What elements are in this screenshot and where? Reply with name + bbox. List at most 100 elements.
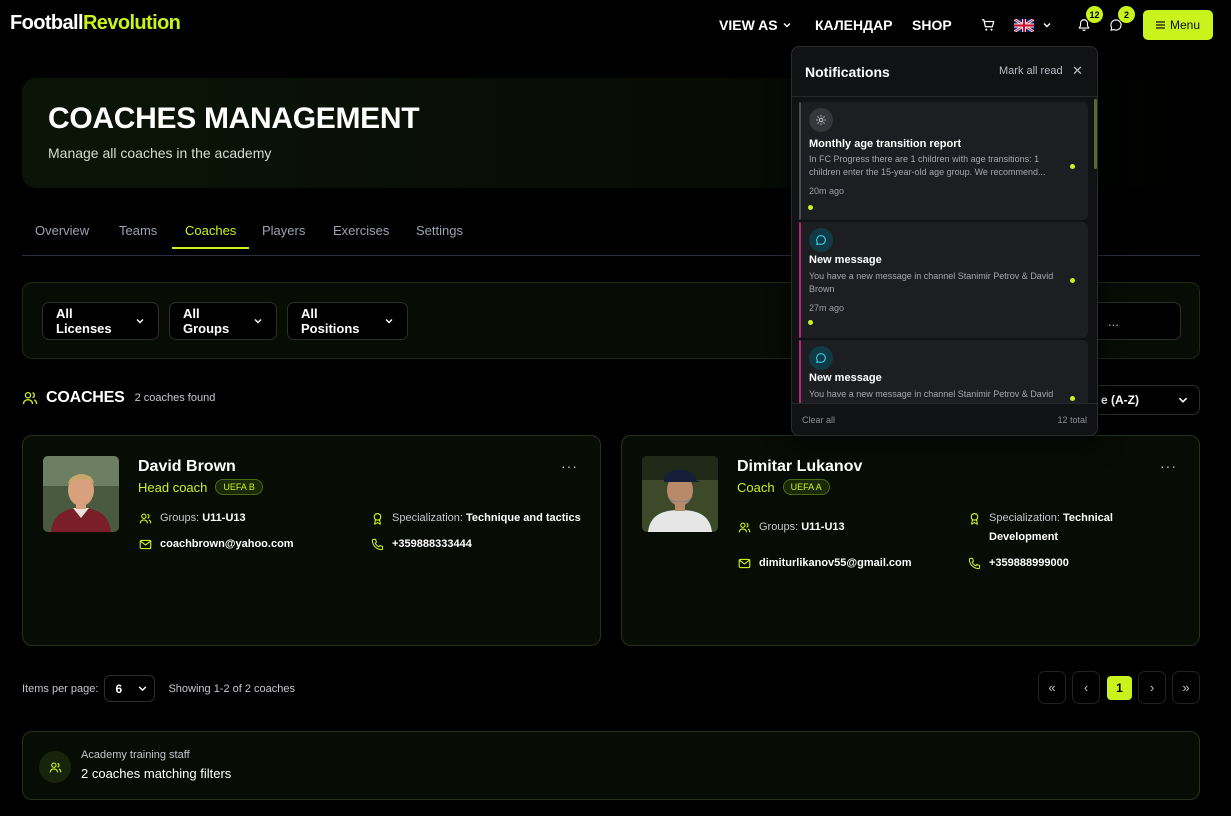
coach-card[interactable]: Dimitar Lukanov Coach UEFA A ··· Groups:…	[621, 435, 1200, 646]
coaches-count: 2 coaches found	[134, 392, 216, 404]
tab-teams[interactable]: Teams	[119, 223, 157, 238]
notification-item[interactable]: Monthly age transition report In FC Prog…	[799, 102, 1088, 220]
notification-title: New message	[809, 254, 882, 266]
mark-all-read-button[interactable]: Mark all read	[999, 65, 1063, 77]
licenses-filter[interactable]: All Licenses	[42, 302, 159, 340]
notification-item[interactable]: New message You have a new message in ch…	[799, 222, 1088, 338]
view-as-label: VIEW AS	[719, 17, 778, 33]
view-as-dropdown[interactable]: VIEW AS	[719, 17, 792, 33]
menu-button[interactable]: Menu	[1143, 10, 1213, 40]
notifications-footer: Clear all 12 total	[792, 403, 1097, 435]
uk-flag-icon	[1014, 18, 1034, 32]
notifications-header: Notifications Mark all read ✕	[792, 47, 1097, 97]
staff-summary-value: 2 coaches matching filters	[81, 766, 232, 781]
close-icon[interactable]: ✕	[1072, 63, 1083, 79]
users-icon	[139, 512, 152, 525]
tab-overview[interactable]: Overview	[35, 223, 89, 238]
groups-value: U11-U13	[801, 521, 845, 533]
specialization-value-line2: Development	[989, 531, 1059, 543]
first-page-button[interactable]: «	[1038, 671, 1066, 704]
mail-icon	[139, 538, 152, 551]
nav-shop-link[interactable]: SHOP	[912, 17, 952, 33]
tab-players[interactable]: Players	[262, 223, 305, 238]
notification-body: You have a new message in channel Stanim…	[809, 271, 1054, 294]
coach-role-label: Head coach	[138, 479, 208, 495]
phone-value[interactable]: +359888333444	[392, 535, 472, 554]
email-value[interactable]: coachbrown@yahoo.com	[160, 535, 294, 554]
notification-time: 20m ago	[809, 186, 845, 196]
license-badge: UEFA A	[782, 479, 830, 495]
search-input[interactable]: ...	[1087, 302, 1181, 340]
groups-label: Groups:	[160, 512, 200, 524]
coach-role: Head coach UEFA B	[138, 479, 263, 495]
items-per-page-select[interactable]: 6	[104, 675, 156, 702]
groups-filter[interactable]: All Groups	[169, 302, 277, 340]
notifications-list[interactable]: Monthly age transition report In FC Prog…	[792, 97, 1097, 403]
notification-body: You have a new message in channel Stanim…	[809, 389, 1054, 403]
notification-item[interactable]: New message You have a new message in ch…	[799, 340, 1088, 403]
next-page-button[interactable]: ›	[1138, 671, 1166, 704]
language-selector[interactable]	[1014, 15, 1052, 35]
notification-body: In FC Progress there are 1 children with…	[809, 154, 1046, 177]
tab-coaches[interactable]: Coaches	[172, 223, 250, 249]
positions-filter[interactable]: All Positions	[287, 302, 408, 340]
coach-name: Dimitar Lukanov	[737, 458, 863, 475]
coach-avatar	[43, 456, 119, 532]
clear-all-button[interactable]: Clear all	[802, 415, 835, 425]
notification-title: Monthly age transition report	[809, 138, 962, 150]
groups-label: Groups:	[759, 521, 799, 533]
items-per-page-value: 6	[115, 681, 123, 696]
unread-dot	[1070, 278, 1075, 283]
notification-title: New message	[809, 372, 882, 384]
chevron-down-icon	[1042, 20, 1052, 30]
unread-dot	[808, 205, 813, 210]
chevron-down-icon	[782, 20, 792, 30]
items-per-page-label: Items per page:	[22, 682, 99, 695]
messages-count-badge: 2	[1118, 6, 1135, 23]
award-icon	[968, 512, 981, 525]
unread-dot	[808, 320, 813, 325]
message-icon	[809, 228, 833, 252]
message-icon	[809, 346, 833, 370]
coach-phone: +359888333444	[371, 535, 472, 554]
tab-settings[interactable]: Settings	[416, 223, 463, 238]
notification-accent	[799, 340, 801, 403]
groups-filter-label: All Groups	[183, 306, 230, 336]
cart-icon[interactable]	[978, 15, 998, 35]
specialization-value: Technique and tactics	[466, 512, 581, 524]
staff-summary-label: Academy training staff	[81, 749, 190, 761]
coach-card[interactable]: David Brown Head coach UEFA B ··· Groups…	[22, 435, 601, 646]
phone-value[interactable]: +359888999000	[989, 554, 1069, 573]
coach-email: coachbrown@yahoo.com	[139, 535, 294, 554]
notifications-title: Notifications	[805, 64, 890, 80]
more-options-icon[interactable]: ···	[561, 458, 578, 474]
coach-phone: +359888999000	[968, 554, 1069, 573]
last-page-button[interactable]: »	[1172, 671, 1200, 704]
positions-filter-label: All Positions	[301, 306, 360, 336]
coach-email: dimiturlikanov55@gmail.com	[738, 554, 912, 573]
scrollbar[interactable]	[1094, 99, 1097, 169]
license-badge: UEFA B	[215, 479, 263, 495]
tab-exercises[interactable]: Exercises	[333, 223, 389, 238]
chevron-down-icon	[1177, 394, 1189, 406]
unread-dot	[1070, 396, 1075, 401]
specialization-label: Specialization:	[392, 512, 463, 524]
coach-groups: Groups: U11-U13	[139, 509, 246, 528]
page-button-current[interactable]: 1	[1107, 676, 1132, 700]
notification-time: 27m ago	[809, 303, 845, 313]
users-icon	[22, 390, 38, 406]
logo[interactable]: FootballRevolution	[10, 12, 181, 35]
more-options-icon[interactable]: ···	[1160, 458, 1177, 474]
groups-value: U11-U13	[202, 512, 246, 524]
prev-page-button[interactable]: ‹	[1072, 671, 1100, 704]
chevron-down-icon	[253, 316, 263, 326]
award-icon	[371, 512, 384, 525]
notifications-panel: Notifications Mark all read ✕ Monthly ag…	[791, 46, 1098, 436]
nav-calendar-link[interactable]: КАЛЕНДАР	[815, 17, 893, 33]
coach-avatar	[642, 456, 718, 532]
email-value[interactable]: dimiturlikanov55@gmail.com	[759, 554, 912, 573]
page-title: COACHES MANAGEMENT	[48, 102, 420, 135]
phone-icon	[371, 538, 384, 551]
sort-dropdown[interactable]: e (A-Z)	[1080, 385, 1200, 415]
notification-accent	[799, 222, 801, 338]
